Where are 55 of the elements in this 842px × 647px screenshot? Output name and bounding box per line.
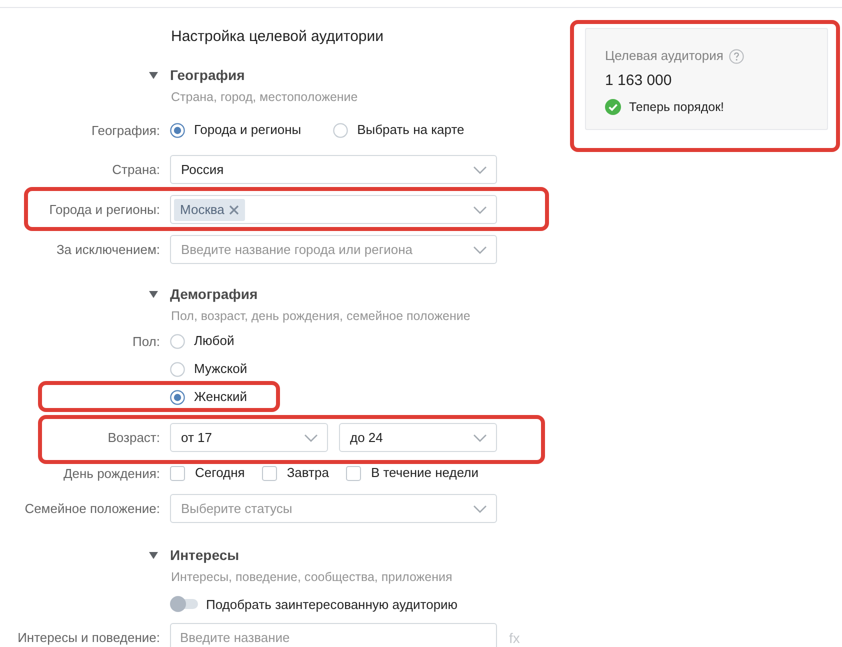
toggle-switch[interactable] xyxy=(170,596,198,612)
remove-icon[interactable] xyxy=(229,204,240,214)
radio-option[interactable]: Женский xyxy=(170,387,247,407)
field-label: Возраст: xyxy=(108,430,160,445)
field-label: Семейное положение: xyxy=(24,501,160,516)
chevron-down-icon xyxy=(473,246,487,254)
section-description: Страна, город, местоположение xyxy=(171,90,358,104)
radio-option[interactable]: Любой xyxy=(170,331,234,351)
select-field[interactable]: Россия xyxy=(170,155,497,184)
field-label: Интересы и поведение: xyxy=(18,630,160,645)
select-field[interactable]: от 17 xyxy=(170,423,328,452)
field-label: День рождения: xyxy=(63,466,160,480)
radio-button-icon[interactable] xyxy=(333,122,348,138)
radio-option[interactable]: Города и регионы xyxy=(170,120,302,140)
section-title[interactable]: Интересы xyxy=(170,546,240,564)
chevron-down-icon xyxy=(304,434,318,442)
section-description: Интересы, поведение, сообщества, приложения xyxy=(171,570,452,584)
caret-icon[interactable] xyxy=(149,290,158,298)
chevron-down-icon xyxy=(473,504,487,512)
field-label: Страна: xyxy=(112,162,160,177)
radio-button-icon[interactable] xyxy=(170,362,185,376)
status-text: Теперь порядок! xyxy=(629,99,724,115)
field-label: Города и регионы: xyxy=(49,202,160,217)
chevron-down-icon xyxy=(473,434,487,442)
toggle-label: Подобрать заинтересованную аудиторию xyxy=(206,596,458,612)
checkbox-option[interactable]: Завтра xyxy=(262,463,329,483)
chevron-down-icon xyxy=(473,166,487,174)
text-input[interactable]: Введите название xyxy=(170,623,497,647)
radio-option[interactable]: Выбрать на карте xyxy=(333,120,464,140)
audience-count: 1 163 000 xyxy=(605,71,672,91)
chevron-down-icon xyxy=(473,206,487,214)
help-icon[interactable] xyxy=(729,48,744,64)
field-label: За исключением: xyxy=(56,242,160,257)
radio-button-icon[interactable] xyxy=(170,334,185,348)
section-description: Пол, возраст, день рождения, семейное положение xyxy=(171,309,470,323)
field-label: География: xyxy=(92,122,160,138)
check-icon xyxy=(605,99,621,115)
select-field[interactable]: до 24 xyxy=(339,423,497,452)
checkbox-option[interactable]: Сегодня xyxy=(170,463,245,483)
section-title[interactable]: Демография xyxy=(170,285,258,303)
checkbox-icon[interactable] xyxy=(346,466,361,480)
section-title[interactable]: География xyxy=(170,66,245,84)
field-label: Пол: xyxy=(132,334,160,348)
checkbox-option[interactable]: В течение недели xyxy=(346,463,478,483)
caret-icon[interactable] xyxy=(149,72,158,78)
tags-field[interactable]: Москва xyxy=(170,195,497,224)
card-label: Целевая аудитория xyxy=(605,48,724,64)
caret-icon[interactable] xyxy=(149,552,158,558)
city-tag[interactable]: Москва xyxy=(174,198,246,220)
radio-button-icon[interactable] xyxy=(170,390,185,404)
radio-button-icon[interactable] xyxy=(170,122,185,138)
radio-option[interactable]: Мужской xyxy=(170,359,248,379)
page-title: Настройка целевой аудитории xyxy=(171,28,384,45)
checkbox-icon[interactable] xyxy=(170,466,185,480)
checkbox-icon[interactable] xyxy=(262,466,277,480)
